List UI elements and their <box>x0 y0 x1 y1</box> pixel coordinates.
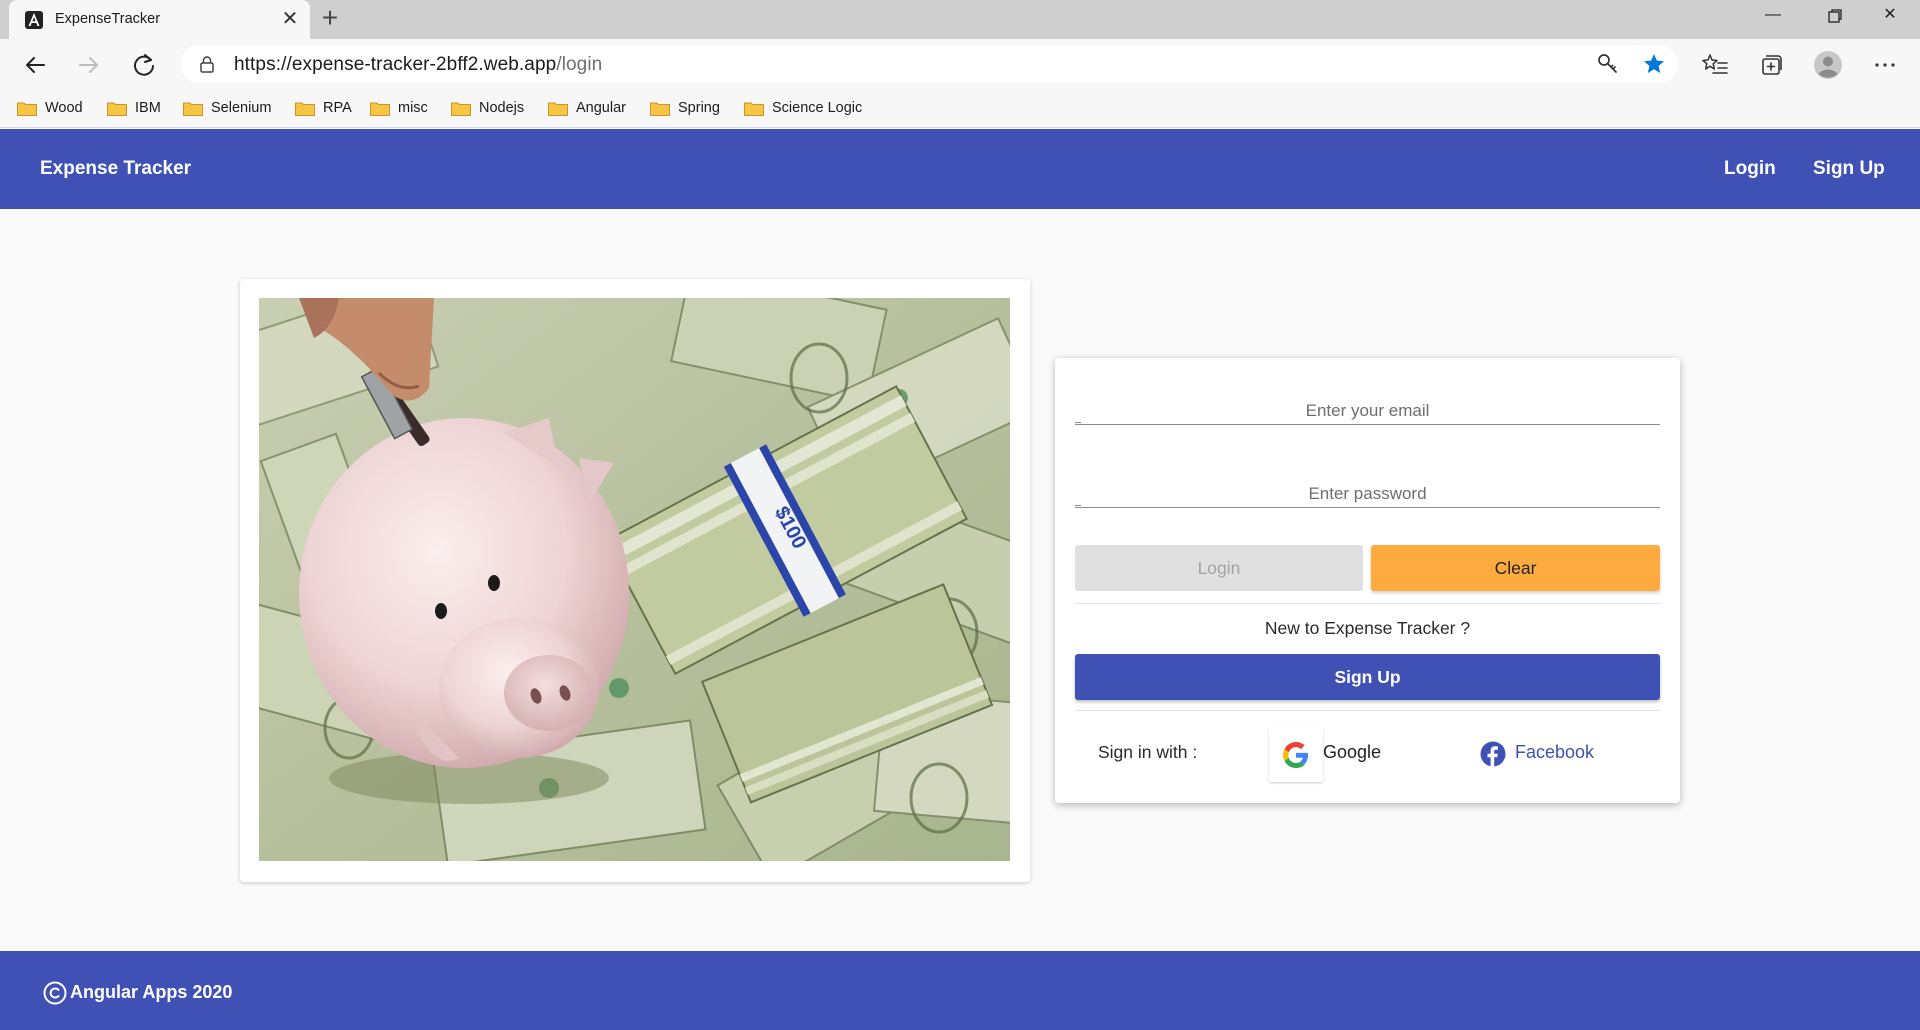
folder-icon <box>107 102 127 116</box>
password-input[interactable] <box>1075 468 1660 507</box>
browser-tab-strip: ExpenseTracker ✕ + — ✕ <box>0 0 1920 39</box>
app-brand[interactable]: Expense Tracker <box>40 158 191 180</box>
clear-button[interactable]: Clear <box>1371 545 1660 591</box>
bookmark-label: Spring <box>678 100 720 116</box>
browser-toolbar: https://expense-tracker-2bff2.web.app/lo… <box>0 39 1920 89</box>
collections-icon[interactable] <box>1755 49 1787 81</box>
footer-text: Angular Apps 2020 <box>70 982 233 1002</box>
close-tab-icon[interactable]: ✕ <box>279 8 301 30</box>
app-footer: Angular Apps 2020 <box>0 951 1920 1030</box>
folder-icon <box>650 102 670 116</box>
login-card: Login Clear New to Expense Tracker ? Sig… <box>1055 358 1680 803</box>
folder-icon <box>744 102 764 116</box>
google-signin-button[interactable] <box>1269 728 1323 782</box>
login-button[interactable]: Login <box>1075 545 1363 591</box>
back-icon[interactable] <box>19 49 51 81</box>
favorite-star-icon[interactable] <box>1642 52 1666 76</box>
app-header: Expense Tracker Login Sign Up <box>0 129 1920 209</box>
header-login-link[interactable]: Login <box>1724 158 1776 180</box>
bookmark-label: Wood <box>45 100 83 116</box>
more-options-icon[interactable] <box>1869 49 1901 81</box>
field-tick <box>1075 422 1081 423</box>
url-text: https://expense-tracker-2bff2.web.app/lo… <box>234 54 602 76</box>
folder-icon <box>451 102 471 116</box>
bookmark-folder-spring[interactable]: Spring <box>650 95 720 121</box>
facebook-icon[interactable] <box>1480 741 1506 767</box>
close-window-icon[interactable]: ✕ <box>1862 0 1918 32</box>
bookmark-folder-nodejs[interactable]: Nodejs <box>451 95 524 121</box>
refresh-icon[interactable] <box>128 49 160 81</box>
browser-tab[interactable]: ExpenseTracker ✕ <box>9 0 310 39</box>
sign-in-with-label: Sign in with : <box>1098 742 1198 762</box>
bookmark-label: IBM <box>135 100 161 116</box>
signup-button[interactable]: Sign Up <box>1075 654 1660 700</box>
bookmark-label: Angular <box>576 100 626 116</box>
bookmark-folder-selenium[interactable]: Selenium <box>183 95 271 121</box>
bookmark-label: Selenium <box>211 100 272 116</box>
folder-icon <box>295 102 315 116</box>
bookmarks-bar: Wood IBM Selenium RPA misc Nodejs Angula… <box>0 89 1920 128</box>
password-field[interactable] <box>1075 468 1660 508</box>
bookmark-label: RPA <box>323 100 352 116</box>
bookmark-label: misc <box>398 100 428 116</box>
copyright-icon <box>43 981 67 1005</box>
folder-icon <box>548 102 568 116</box>
angular-favicon-icon <box>25 11 43 29</box>
bookmark-label: Science Logic <box>772 100 863 116</box>
divider <box>1075 710 1660 711</box>
bookmark-label: Nodejs <box>479 100 525 116</box>
divider <box>1075 603 1660 604</box>
bookmark-folder-angular[interactable]: Angular <box>548 95 626 121</box>
restore-icon[interactable] <box>1807 0 1863 32</box>
bookmark-folder-ibm[interactable]: IBM <box>107 95 161 121</box>
field-tick <box>1075 505 1081 506</box>
bookmark-folder-misc[interactable]: misc <box>370 95 428 121</box>
email-input[interactable] <box>1075 385 1660 424</box>
google-icon <box>1283 742 1308 768</box>
url-path: /login <box>556 54 603 75</box>
bookmark-folder-wood[interactable]: Wood <box>17 95 83 121</box>
facebook-label[interactable]: Facebook <box>1515 742 1594 763</box>
hero-image-card: $100 <box>240 279 1030 882</box>
new-tab-icon[interactable]: + <box>316 4 344 33</box>
piggy-bank-photo: $100 <box>259 298 1010 861</box>
key-icon[interactable] <box>1596 52 1620 76</box>
new-user-text: New to Expense Tracker ? <box>1264 618 1471 638</box>
google-label[interactable]: Google <box>1323 742 1381 763</box>
lock-icon[interactable] <box>198 55 216 73</box>
folder-icon <box>370 102 390 116</box>
tab-title: ExpenseTracker <box>55 11 161 27</box>
favorites-list-icon[interactable] <box>1699 49 1731 81</box>
forward-icon[interactable] <box>73 49 105 81</box>
bookmark-folder-science-logic[interactable]: Science Logic <box>744 95 862 121</box>
folder-icon <box>17 102 37 116</box>
profile-avatar-icon[interactable] <box>1812 49 1844 81</box>
email-field[interactable] <box>1075 385 1660 425</box>
bookmark-folder-rpa[interactable]: RPA <box>295 95 352 121</box>
header-signup-link[interactable]: Sign Up <box>1813 158 1885 180</box>
minimize-icon[interactable]: — <box>1745 0 1801 32</box>
url-base: https://expense-tracker-2bff2.web.app <box>234 54 557 75</box>
folder-icon <box>183 102 203 116</box>
address-bar[interactable]: https://expense-tracker-2bff2.web.app/lo… <box>180 45 1678 83</box>
